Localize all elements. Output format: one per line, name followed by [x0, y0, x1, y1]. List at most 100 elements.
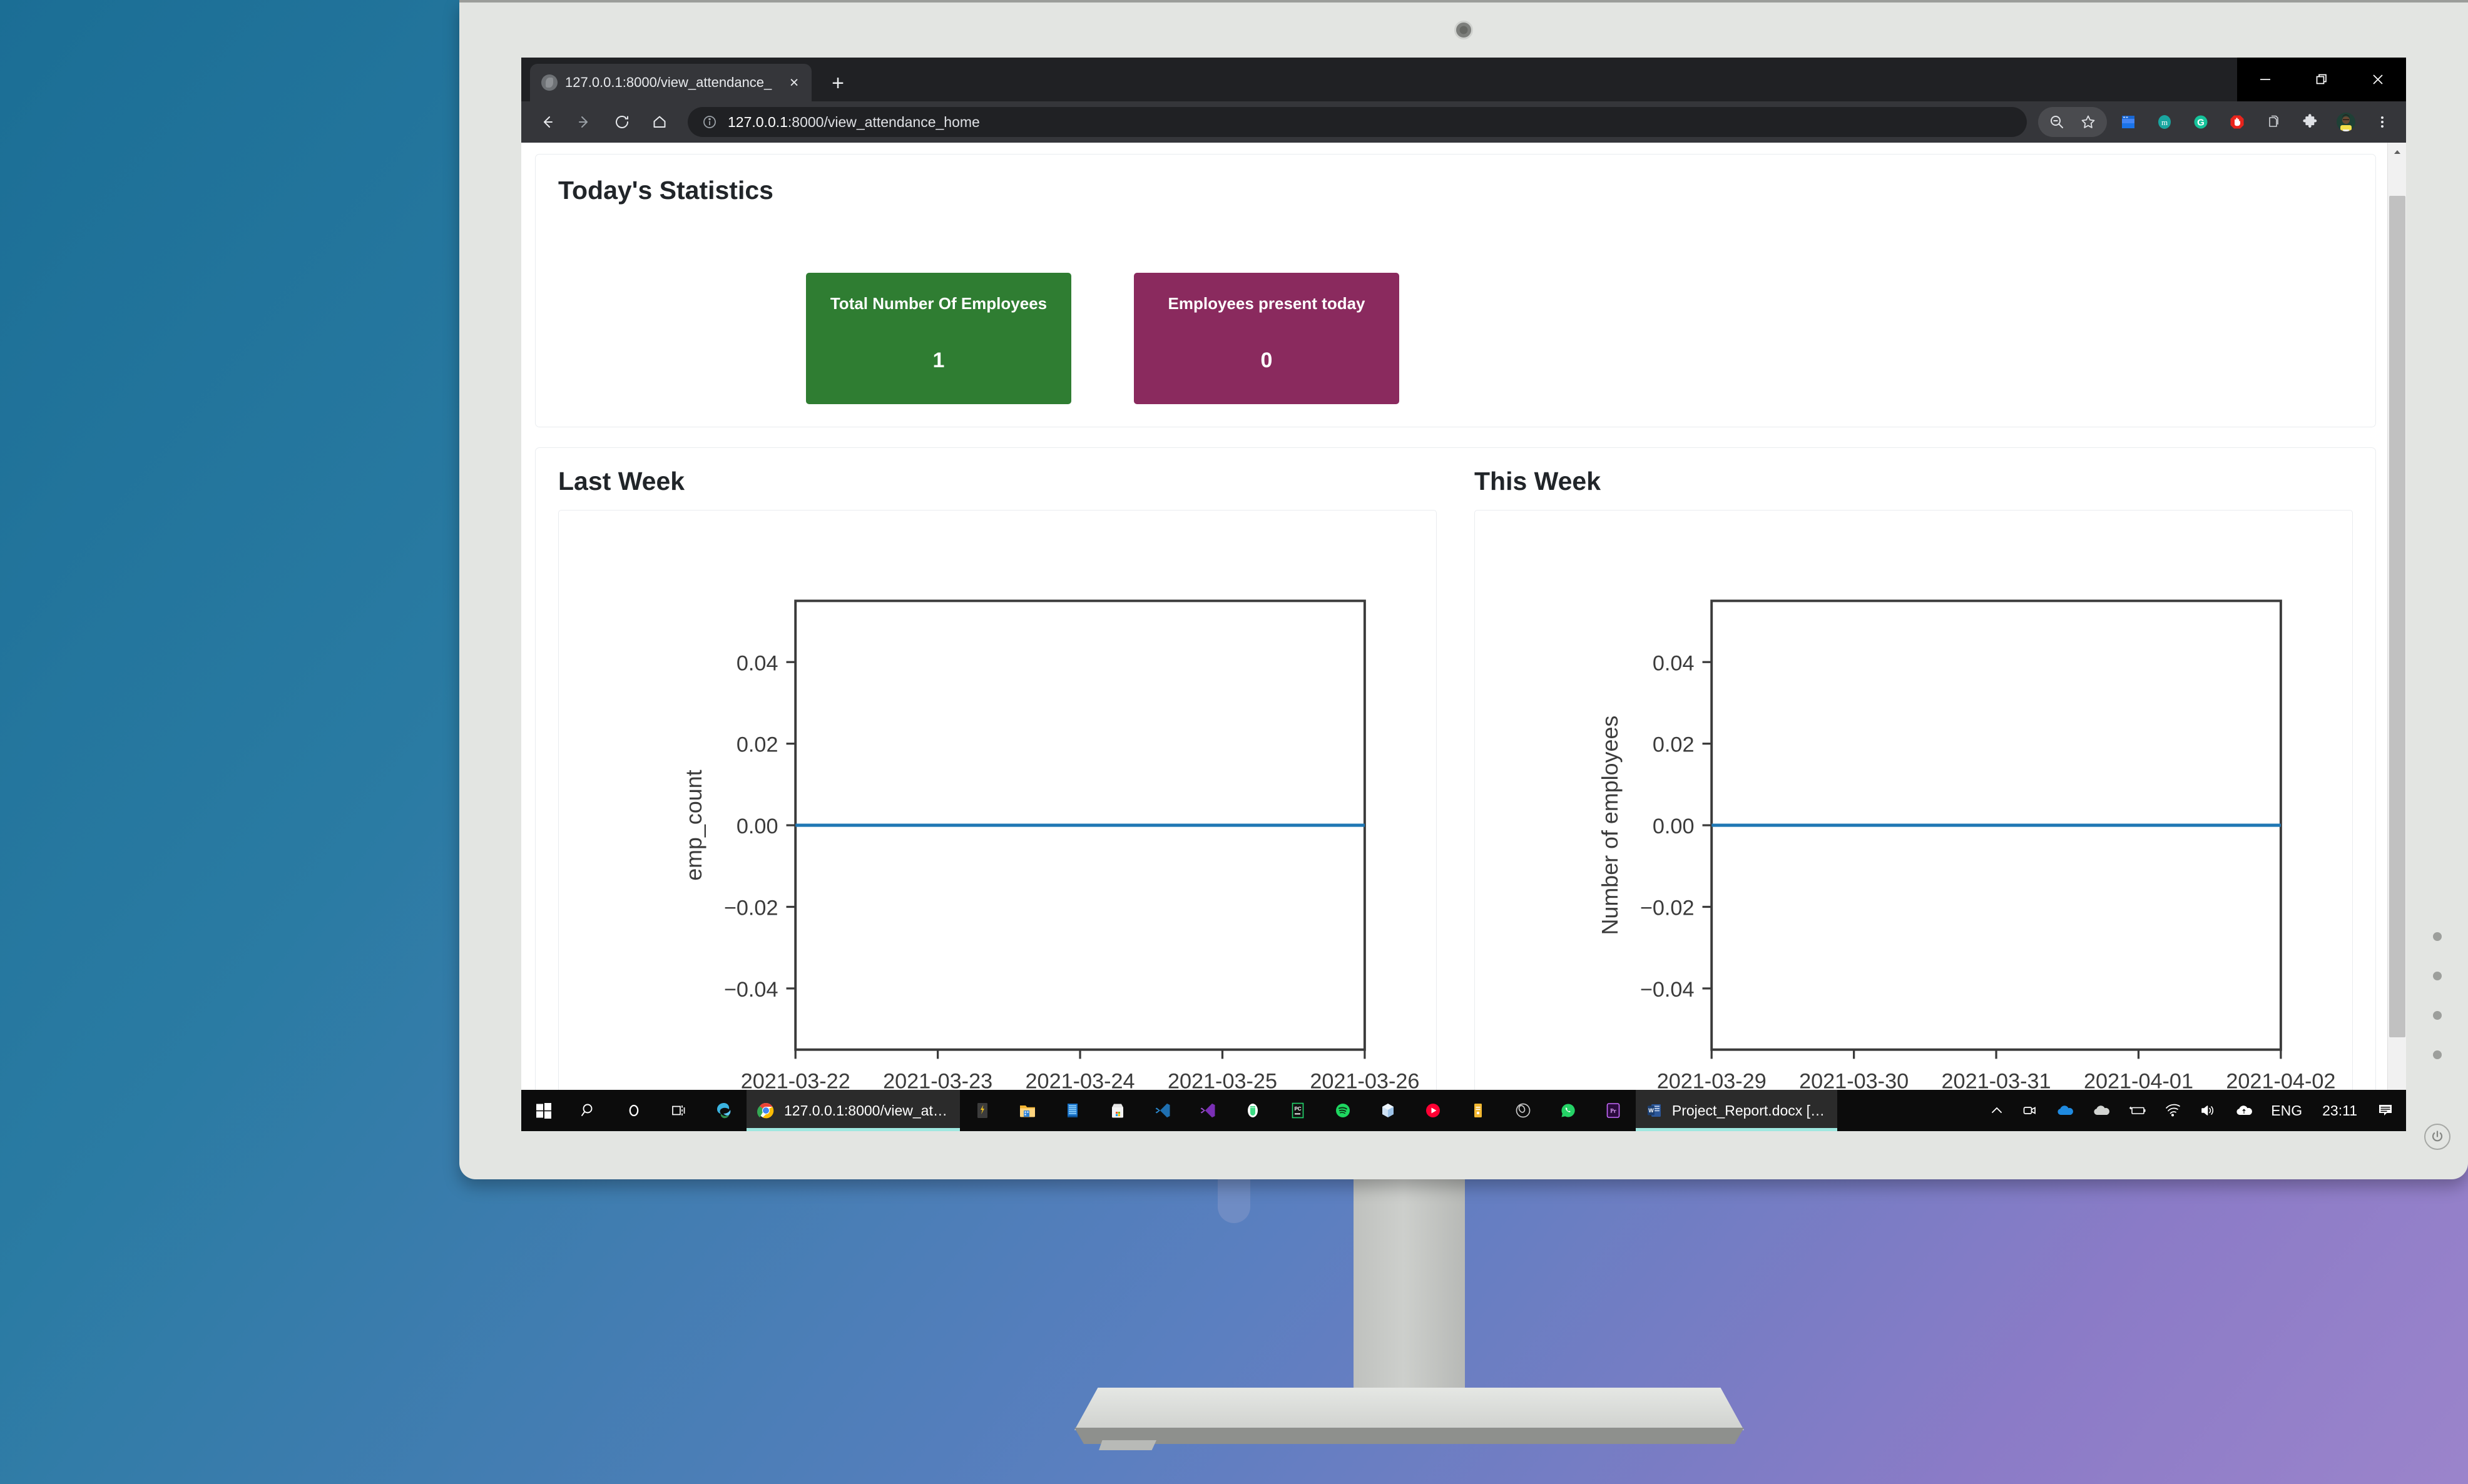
scrollbar-thumb[interactable]	[2389, 196, 2405, 1037]
youtube-music-icon[interactable]	[1410, 1090, 1456, 1131]
wifi-icon[interactable]	[2156, 1090, 2191, 1131]
line-chart-this-week: 0.040.020.00−0.02−0.042021-03-29 2021-03-…	[1598, 599, 2335, 1107]
minimize-icon[interactable]	[2237, 58, 2293, 101]
vscode-icon[interactable]	[1140, 1090, 1185, 1131]
globe-icon	[541, 74, 558, 91]
onedrive-blue-icon[interactable]	[2047, 1090, 2083, 1131]
clock[interactable]: 23:11	[2311, 1090, 2369, 1131]
cloud-upload-icon[interactable]	[2226, 1090, 2262, 1131]
chart-column-last-week: Last Week 0.04 0.02 0.00 −0.02 −0.04 2021-03-…	[558, 467, 1456, 1107]
forward-arrow-icon[interactable]	[568, 105, 601, 139]
home-icon[interactable]	[643, 105, 676, 139]
extensions-puzzle-icon[interactable]	[2295, 107, 2325, 137]
extension-adblock-icon[interactable]	[2222, 107, 2252, 137]
camera-icon[interactable]	[2013, 1090, 2047, 1131]
sublime-text-icon[interactable]	[960, 1090, 1005, 1131]
osd-button-group[interactable]	[2433, 932, 2442, 1059]
zoom-indicator-group[interactable]	[2038, 107, 2107, 137]
svg-text:−0.02: −0.02	[1640, 897, 1695, 920]
svg-text:0.00: 0.00	[737, 815, 778, 838]
osd-button-2[interactable]	[2433, 972, 2442, 980]
page-content: Today's Statistics Total Number Of Emplo…	[521, 143, 2387, 1107]
microsoft-store-icon[interactable]	[1095, 1090, 1140, 1131]
search-icon[interactable]	[566, 1090, 611, 1131]
pycharm-icon[interactable]: PC	[1275, 1090, 1320, 1131]
svg-text:−0.04: −0.04	[1640, 978, 1695, 1002]
new-tab-button[interactable]: +	[825, 73, 850, 94]
extension-momentum-icon[interactable]: m	[2149, 107, 2180, 137]
extension-blue-window-icon[interactable]	[2113, 107, 2143, 137]
page-title: Today's Statistics	[558, 176, 773, 205]
chart-panel-last-week: 0.04 0.02 0.00 −0.02 −0.04 2021-03-22 2021-03-…	[558, 510, 1437, 1107]
bookmark-star-icon[interactable]	[2073, 107, 2103, 137]
windows-start-icon[interactable]	[521, 1090, 566, 1131]
browser-tab[interactable]: 127.0.0.1:8000/view_attendance_ ×	[530, 64, 812, 101]
volume-icon[interactable]	[2191, 1090, 2226, 1131]
database-icon[interactable]	[1050, 1090, 1095, 1131]
monitor-top-edge	[459, 0, 2468, 3]
reload-icon[interactable]	[605, 105, 639, 139]
svg-text:m: m	[2161, 118, 2168, 127]
back-arrow-icon[interactable]	[530, 105, 564, 139]
monitor-stand-notch	[1218, 1179, 1250, 1223]
obs-studio-icon[interactable]	[1501, 1090, 1546, 1131]
android-studio-icon[interactable]	[1230, 1090, 1275, 1131]
taskbar-app-title: 127.0.0.1:8000/view_at…	[784, 1102, 947, 1119]
close-icon[interactable]: ×	[785, 74, 803, 91]
onedrive-white-icon[interactable]	[2083, 1090, 2119, 1131]
language-indicator[interactable]: ENG	[2262, 1090, 2311, 1131]
stat-label: Employees present today	[1168, 294, 1365, 313]
power-button-icon[interactable]	[2424, 1124, 2450, 1150]
taskbar-running-word[interactable]: W Project_Report.docx […	[1635, 1090, 1838, 1131]
chrome-menu-icon[interactable]	[2367, 107, 2397, 137]
task-view-icon[interactable]	[656, 1090, 701, 1131]
line-chart-last-week: 0.040.020.00−0.02−0.042021-03-22 2021-03-…	[681, 599, 1419, 1107]
info-circle-icon	[703, 116, 716, 128]
extension-grammarly-icon[interactable]: G	[2186, 107, 2216, 137]
address-bar[interactable]: 127.0.0.1:8000/view_attendance_home	[688, 107, 2027, 137]
toolbar-actions: m G	[2038, 107, 2397, 137]
profile-avatar[interactable]	[2331, 107, 2361, 137]
osd-button-1[interactable]	[2433, 932, 2442, 941]
todays-statistics-card: Today's Statistics Total Number Of Emplo…	[535, 154, 2376, 427]
scrollbar-track[interactable]	[2387, 161, 2406, 1089]
svg-text:−0.04: −0.04	[724, 978, 778, 1002]
svg-text:W: W	[1648, 1107, 1654, 1114]
svg-text:0.02: 0.02	[1653, 733, 1695, 757]
zoom-out-indicator-icon[interactable]	[2042, 107, 2072, 137]
restore-icon[interactable]	[2293, 58, 2350, 101]
windows-taskbar: 127.0.0.1:8000/view_at… PC Pr W Project_…	[521, 1090, 2406, 1131]
close-icon[interactable]	[2350, 58, 2406, 101]
tab-strip: 127.0.0.1:8000/view_attendance_ × +	[521, 58, 2406, 101]
system-tray: ENG 23:11	[1981, 1090, 2406, 1131]
spotify-icon[interactable]	[1320, 1090, 1365, 1131]
svg-text:0.04: 0.04	[1653, 651, 1695, 675]
chart-column-this-week: This Week 0.04 0.02 0.00 −0.02 −0.04 2021-03-…	[1456, 467, 2353, 1107]
scroll-up-arrow-icon[interactable]	[2387, 143, 2406, 161]
file-explorer-icon[interactable]	[1005, 1090, 1050, 1131]
stat-value: 1	[932, 348, 945, 372]
edge-icon[interactable]	[701, 1090, 747, 1131]
word-icon: W	[1647, 1104, 1661, 1117]
stat-value: 0	[1260, 348, 1273, 372]
premiere-pro-icon[interactable]: Pr	[1591, 1090, 1636, 1131]
box-icon[interactable]	[1365, 1090, 1410, 1131]
page-scrollbar[interactable]	[2387, 143, 2406, 1107]
tab-title: 127.0.0.1:8000/view_attendance_	[565, 74, 772, 90]
extension-copy-pages-icon[interactable]	[2258, 107, 2288, 137]
cortana-icon[interactable]	[611, 1090, 656, 1131]
action-center-icon[interactable]	[2369, 1090, 2406, 1131]
notes-icon[interactable]	[1456, 1090, 1501, 1131]
monitor-stand-neck	[1354, 1179, 1465, 1413]
stat-card-total-employees: Total Number Of Employees 1	[806, 273, 1071, 404]
monitor-stand-base	[1074, 1388, 1744, 1430]
battery-charging-icon[interactable]	[2119, 1090, 2156, 1131]
osd-button-3[interactable]	[2433, 1011, 2442, 1020]
chrome-browser-window: 127.0.0.1:8000/view_attendance_ × + 127.…	[521, 58, 2406, 1107]
osd-button-4[interactable]	[2433, 1050, 2442, 1059]
taskbar-running-chrome[interactable]: 127.0.0.1:8000/view_at…	[747, 1090, 960, 1131]
svg-text:Number of employees: Number of employees	[1598, 716, 1623, 935]
chevron-up-icon[interactable]	[1981, 1090, 2013, 1131]
whatsapp-icon[interactable]	[1546, 1090, 1591, 1131]
visual-studio-icon[interactable]	[1185, 1090, 1230, 1131]
